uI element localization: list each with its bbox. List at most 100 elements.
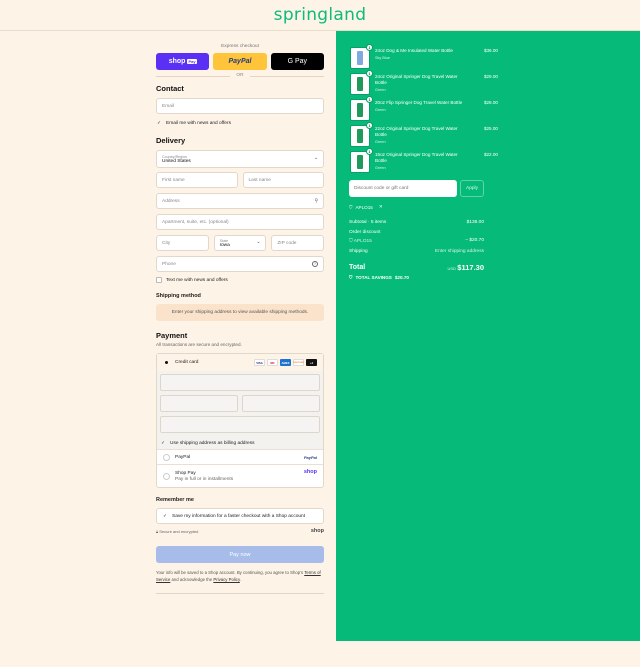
lock-icon: 🔒︎ xyxy=(156,528,159,534)
shop-pay-button[interactable]: shop Pay xyxy=(156,53,210,70)
name-on-card-field[interactable] xyxy=(160,416,320,433)
cart-item: 1 24oz Dog & Me Insulated Water Bottle Sk… xyxy=(350,44,498,71)
shop-pay-radio[interactable] xyxy=(163,472,170,480)
remove-code-icon[interactable]: ✕ xyxy=(379,204,383,210)
chevron-down-icon: ⌄ xyxy=(313,156,318,161)
shop-pay-logo-icon: shop xyxy=(303,469,317,475)
or-divider: OR xyxy=(156,73,324,78)
last-name-field[interactable]: Last name xyxy=(242,172,324,188)
check-icon[interactable]: ✓ xyxy=(162,513,168,519)
first-name-placeholder: First name xyxy=(162,177,185,183)
paypal-radio[interactable] xyxy=(163,453,170,461)
legal-end: . xyxy=(239,577,241,582)
newsletter-checkbox-row[interactable]: ✓ Email me with news and offers xyxy=(156,120,324,126)
header: springland xyxy=(0,0,640,31)
item-name-block: 24oz Dog & Me Insulated Water Bottle Sky … xyxy=(375,48,467,61)
shop-pay-sub: Pay in full or in installments xyxy=(175,476,234,482)
order-discount-label: Order discount xyxy=(349,230,381,235)
text-offers-checkbox-row[interactable]: Text me with news and offers xyxy=(156,277,324,283)
brand-logo[interactable]: springland xyxy=(274,5,367,25)
google-pay-button[interactable]: G Pay xyxy=(270,53,324,70)
discount-code-row: ⛉ APLO15 – $20.70 xyxy=(349,238,484,244)
item-name: 24oz Dog & Me Insulated Water Bottle xyxy=(375,48,453,53)
paypal-option-label: PayPal xyxy=(175,454,191,460)
item-name: 15oz Original Springer Dog Travel Water … xyxy=(375,152,458,163)
security-code-field[interactable] xyxy=(242,395,320,412)
item-name-block: 15oz Original Springer Dog Travel Water … xyxy=(375,152,467,171)
bottle-image xyxy=(357,51,363,65)
item-variant: Green xyxy=(375,166,386,170)
discount-value: – $20.70 xyxy=(465,238,484,243)
apartment-placeholder: Apartment, suite, etc. (optional) xyxy=(162,219,229,225)
pay-now-button[interactable]: Pay now xyxy=(156,546,324,563)
save-info-box[interactable]: ✓ Save my information for a faster check… xyxy=(156,508,324,524)
text-offers-checkbox[interactable] xyxy=(156,277,162,283)
email-field[interactable]: Email xyxy=(156,98,324,114)
item-name: 20oz Flip Springer Dog Travel Water Bott… xyxy=(375,100,463,105)
credit-card-option[interactable]: Credit card VISA MC AMEX DISCOVER +4 xyxy=(157,354,323,371)
discover-icon: DISCOVER xyxy=(293,359,304,366)
bottle-image xyxy=(357,155,363,169)
item-name: 24oz Original Springer Dog Travel Water … xyxy=(375,74,458,85)
item-name-block: 22oz Original Springer Dog Travel Water … xyxy=(375,126,467,145)
check-icon[interactable]: ✓ xyxy=(156,120,162,126)
state-select[interactable]: State Iowa ⌄ xyxy=(213,235,267,251)
shop-pay-option[interactable]: Shop Pay Pay in full or in installments … xyxy=(157,465,323,487)
total-value: $117.30 xyxy=(457,263,484,272)
legal-and: and acknowledge the xyxy=(171,577,213,582)
visa-icon: VISA xyxy=(254,359,265,366)
paypal-button[interactable]: PayPal xyxy=(213,53,267,70)
help-icon[interactable]: ? xyxy=(312,261,318,267)
billing-checkbox-row[interactable]: ✓ Use shipping address as billing addres… xyxy=(160,437,320,449)
contact-title: Contact xyxy=(156,84,184,93)
mastercard-icon: MC xyxy=(267,359,278,366)
expiry-field[interactable] xyxy=(160,395,238,412)
chevron-down-icon: ⌄ xyxy=(256,240,261,245)
apartment-field[interactable]: Apartment, suite, etc. (optional) xyxy=(156,214,324,230)
apply-button[interactable]: Apply xyxy=(460,180,484,197)
tag-icon: ⛉ xyxy=(349,239,353,244)
zip-field[interactable]: ZIP code xyxy=(271,235,325,251)
bottle-image xyxy=(357,103,363,117)
phone-field[interactable]: Phone ? xyxy=(156,256,324,272)
credit-card-radio[interactable] xyxy=(163,359,170,366)
quantity-badge: 1 xyxy=(366,96,373,103)
secure-label: Secure and encrypted xyxy=(159,528,199,534)
city-field[interactable]: City xyxy=(156,235,209,251)
country-value: United States xyxy=(162,158,191,164)
item-variant: Sky Blue xyxy=(375,56,390,60)
first-name-field[interactable]: First name xyxy=(156,172,238,188)
address-field[interactable]: Address ⚲ xyxy=(156,193,324,209)
savings-row: ⛉ TOTAL SAVINGS $20.70 xyxy=(349,275,484,280)
quantity-badge: 1 xyxy=(366,70,373,77)
card-number-field[interactable] xyxy=(160,374,320,391)
order-discount-row: Order discount xyxy=(349,230,484,235)
bottle-image xyxy=(357,129,363,143)
discount-code-input[interactable]: Discount code or gift card xyxy=(349,180,457,197)
city-placeholder: City xyxy=(162,240,171,246)
express-buttons: shop Pay PayPal G Pay xyxy=(156,53,324,70)
credit-card-fields: ✓ Use shipping address as billing addres… xyxy=(157,371,323,449)
more-cards-badge: +4 xyxy=(306,359,317,366)
phone-placeholder: Phone xyxy=(162,261,176,267)
check-icon[interactable]: ✓ xyxy=(160,440,166,446)
item-name-block: 20oz Flip Springer Dog Travel Water Bott… xyxy=(375,100,467,113)
shipping-value: Enter shipping address xyxy=(434,249,484,254)
paypal-logo-icon: PayPal xyxy=(303,454,317,460)
item-variant: Green xyxy=(375,108,386,112)
item-price: $29.00 xyxy=(483,74,498,79)
shipping-info-text: Enter your shipping address to view avai… xyxy=(171,310,309,315)
item-price: $25.00 xyxy=(483,126,498,131)
subtotal-row: Subtotal · 5 items $138.00 xyxy=(349,220,484,225)
legal-text: Your info will be saved to a Shop accoun… xyxy=(156,569,324,583)
discount-code-label: APLO15 xyxy=(353,239,372,244)
shop-pay-label: Shop Pay xyxy=(175,470,196,476)
privacy-link[interactable]: Privacy Policy xyxy=(213,577,239,582)
total-label: Total xyxy=(349,264,366,271)
billing-label: Use shipping address as billing address xyxy=(170,440,255,446)
paypal-option[interactable]: PayPal PayPal xyxy=(157,449,323,465)
shipping-method-title: Shipping method xyxy=(156,293,201,299)
country-select[interactable]: Country/Region United States ⌄ xyxy=(156,150,324,168)
quantity-badge: 1 xyxy=(366,122,373,129)
last-name-placeholder: Last name xyxy=(248,177,271,183)
